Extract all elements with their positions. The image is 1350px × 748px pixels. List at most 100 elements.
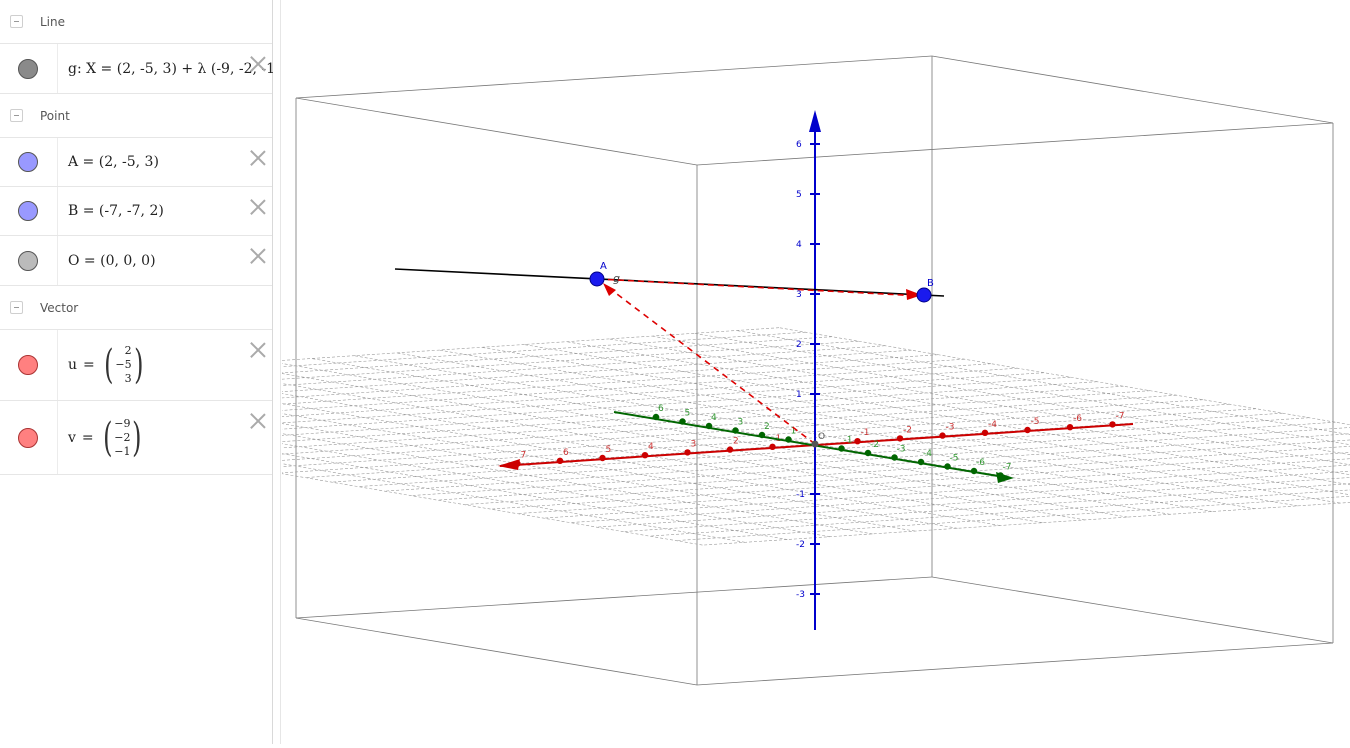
algebra-item-point-a[interactable]: A = (2, -5, 3) [0,138,272,187]
delete-icon[interactable] [248,411,268,431]
right-paren: ) [133,418,142,458]
point-a-label: A [600,261,607,272]
component: −9 [114,417,130,431]
x-axis-tick-point [727,446,733,452]
point-o-expression[interactable]: O = (0, 0, 0) [68,253,156,269]
algebra-view: Line g: X = (2, -5, 3) + λ (-9, -2, -1) … [0,0,273,744]
algebra-item-vector-v[interactable]: v = ( −9 −2 −1 ) [0,401,272,475]
group-label-line: Line [40,15,65,29]
y-axis-tick-point [706,423,712,429]
view-divider[interactable] [273,0,281,744]
component: −5 [115,358,131,372]
vector-u[interactable] [605,285,815,444]
y-axis-tick-label: 5 [685,409,691,419]
component: −1 [114,445,130,459]
delete-icon[interactable] [248,246,268,266]
group-header-line[interactable]: Line [0,0,272,44]
x-axis-tick-point [642,452,648,458]
x-axis-tick-label: 5 [606,445,612,455]
z-axis-tick-label: 4 [796,240,802,250]
delete-icon[interactable] [248,197,268,217]
y-axis-tick-point [759,432,765,438]
y-axis-tick-point [971,468,977,474]
left-paren: ( [103,418,112,458]
z-axis-tick-label: -1 [796,490,805,500]
x-axis-tick-point [854,438,860,444]
x-axis-tick-label: 4 [648,442,654,452]
y-axis-tick-label: 6 [658,404,664,414]
x-axis-tick-point [982,430,988,436]
y-axis-tick-label: 3 [738,418,744,428]
x-axis-tick-point [1109,421,1115,427]
y-axis-tick-point [732,427,738,433]
vector-name: u [68,357,77,373]
visibility-toggle-g[interactable] [18,59,38,79]
component: −2 [114,431,130,445]
component: 3 [125,372,132,386]
x-axis-tick-label: 2 [733,437,739,447]
y-axis-tick-label: -5 [950,454,959,464]
y-axis-tick-label: -7 [1003,463,1012,473]
collapse-line-button[interactable] [10,15,23,28]
y-axis-tick-point [997,472,1003,478]
point-b-expression[interactable]: B = (-7, -7, 2) [68,203,164,219]
vector-u-expression[interactable]: u = ( 2 −5 3 ) [68,344,146,386]
algebra-item-line-g[interactable]: g: X = (2, -5, 3) + λ (-9, -2, -1) [0,44,272,94]
group-header-vector[interactable]: Vector [0,286,272,330]
line-g-label: g [613,272,620,285]
equals-sign: = [82,430,94,446]
x-axis-tick-label: -6 [1073,414,1082,424]
algebra-item-point-b[interactable]: B = (-7, -7, 2) [0,187,272,236]
x-axis-tick-label: -1 [861,428,870,438]
visibility-toggle-v[interactable] [18,428,38,448]
component: 2 [125,344,132,358]
algebra-item-vector-u[interactable]: u = ( 2 −5 3 ) [0,330,272,401]
y-axis-tick-label: -3 [897,445,906,455]
point-a[interactable] [590,272,604,286]
x-axis-tick-point [769,444,775,450]
group-label-vector: Vector [40,301,78,315]
left-paren: ( [104,345,113,385]
z-axis-tick-label: 5 [796,190,802,200]
swatch-cell [0,44,58,93]
group-label-point: Point [40,109,70,123]
delete-icon[interactable] [248,54,268,74]
delete-icon[interactable] [248,148,268,168]
swatch-cell [0,330,58,400]
group-header-point[interactable]: Point [0,94,272,138]
point-b[interactable] [917,288,931,302]
graphics-3d-canvas[interactable]: 7654321-1-2-3-4-5-6-7 -7-6-5-4-3-2-11234… [282,0,1350,744]
collapse-vector-button[interactable] [10,301,23,314]
graphics-3d-view[interactable]: 7654321-1-2-3-4-5-6-7 -7-6-5-4-3-2-11234… [282,0,1350,744]
algebra-item-point-o[interactable]: O = (0, 0, 0) [0,236,272,286]
x-axis-tick-point [1067,424,1073,430]
z-axis-tick-label: -3 [796,590,805,600]
z-axis-tick-label: 3 [796,290,802,300]
vector-components: −9 −2 −1 [114,417,130,459]
y-axis-tick-label: -4 [923,449,932,459]
visibility-toggle-a[interactable] [18,152,38,172]
x-axis-tick-label: 7 [521,451,527,461]
visibility-toggle-u[interactable] [18,355,38,375]
y-axis-tick-point [891,454,897,460]
visibility-toggle-b[interactable] [18,201,38,221]
right-paren: ) [134,345,143,385]
z-axis-tick-label: -2 [796,540,805,550]
point-a-expression[interactable]: A = (2, -5, 3) [68,154,159,170]
y-axis-tick-point [944,463,950,469]
y-axis-tick-label: 4 [711,413,717,423]
delete-icon[interactable] [248,340,268,360]
y-axis-tick-point [838,445,844,451]
x-axis-tick-label: 6 [563,448,569,458]
x-axis-tick-point [684,449,690,455]
y-axis-tick-label: 2 [764,422,770,432]
collapse-point-button[interactable] [10,109,23,122]
swatch-cell [0,187,58,235]
y-axis-ticks: -7-6-5-4-3-2-1123456 [653,404,1012,479]
swatch-cell [0,236,58,285]
vector-v-expression[interactable]: v = ( −9 −2 −1 ) [68,417,145,459]
visibility-toggle-o[interactable] [18,251,38,271]
z-axis-tick-label: 6 [796,140,802,150]
x-axis-tick-label: -2 [903,425,912,435]
vector-name: v [68,430,76,446]
